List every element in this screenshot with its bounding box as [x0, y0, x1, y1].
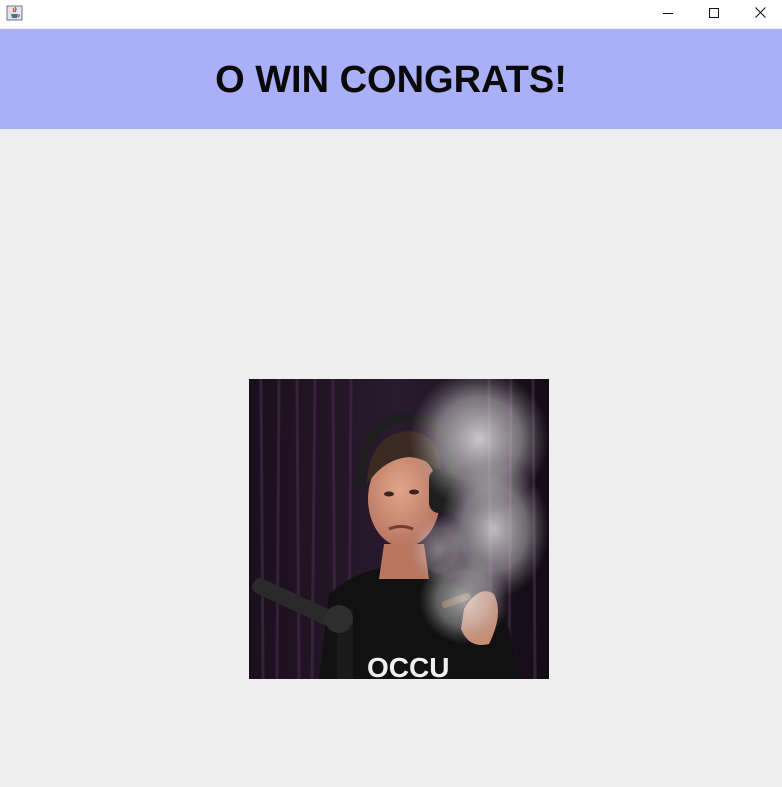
- close-button[interactable]: [737, 0, 782, 28]
- minimize-button[interactable]: [645, 0, 691, 28]
- win-message-title: O WIN CONGRATS!: [215, 58, 567, 101]
- java-cup-icon[interactable]: [6, 5, 23, 21]
- maximize-button[interactable]: [691, 0, 737, 28]
- photo-illustration: OCCU: [249, 379, 549, 679]
- minimize-icon: [663, 5, 673, 23]
- close-icon: [754, 5, 766, 23]
- maximize-icon: [709, 5, 719, 23]
- title-bar[interactable]: [0, 0, 782, 28]
- app-window: O WIN CONGRATS! OCCU: [0, 0, 782, 787]
- header-banner: O WIN CONGRATS!: [0, 29, 782, 129]
- shirt-text: OCCU: [367, 652, 449, 679]
- winner-picture: OCCU: [249, 379, 549, 679]
